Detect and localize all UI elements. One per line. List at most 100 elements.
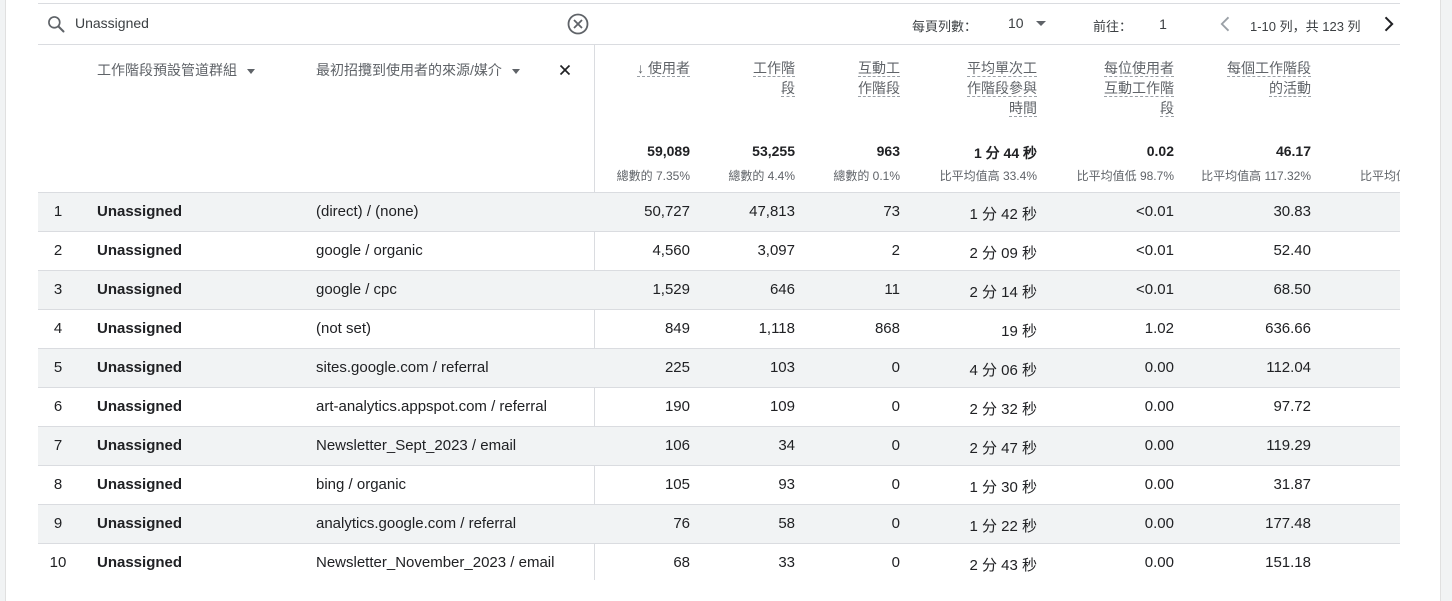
metric-header-engaged-sessions[interactable]: 互動工 作階段: [820, 58, 900, 98]
total-engaged-per-user: 0.02: [1146, 143, 1174, 159]
total-avg-engagement-time-compare: 比平均值高 33.4%: [939, 169, 1037, 183]
dimension-header-channel-group[interactable]: 工作階段預設管道群組: [97, 60, 255, 80]
row-channel-group: Unassigned: [97, 242, 183, 259]
chevron-down-icon: [511, 68, 520, 74]
total-users-share: 總數的 7.35%: [616, 169, 690, 183]
table-row[interactable]: 1 Unassigned (direct) / (none) 50,727 47,813…: [38, 193, 1400, 232]
row-sessions: 58: [778, 515, 795, 532]
row-sessions: 1,118: [758, 320, 795, 337]
table-row[interactable]: 9 Unassigned analytics.google.com / referr…: [38, 505, 1400, 544]
total-users: 59,089: [647, 143, 690, 159]
row-channel-group: Unassigned: [97, 437, 183, 454]
row-events-per-session: 151.18: [1265, 554, 1311, 571]
metric-header-line: 每個工作階段: [1227, 60, 1311, 77]
row-engaged-sessions: 868: [874, 320, 900, 337]
row-avg-engagement-time: 2 分 47 秒: [969, 440, 1037, 457]
row-channel-group: Unassigned: [97, 398, 183, 415]
metric-header-line: 互動工作階: [1104, 80, 1174, 97]
dimension-header-label: 最初招攬到使用者的來源/媒介: [316, 62, 502, 78]
metric-header-line: 工作階: [753, 60, 795, 77]
row-events-per-session: 31.87: [1273, 476, 1311, 493]
total-sessions-share: 總數的 4.4%: [728, 169, 795, 183]
row-sessions: 109: [769, 398, 795, 415]
row-index: 10: [49, 554, 67, 571]
total-next-metric-compare: 比平均值: [1360, 169, 1400, 183]
dimension-header-label: 工作階段預設管道群組: [97, 62, 237, 78]
table-row[interactable]: 6 Unassigned art-analytics.appspot.com / r…: [38, 388, 1400, 427]
row-avg-engagement-time: 1 分 22 秒: [969, 518, 1037, 535]
goto-page-label: 前往：: [1093, 19, 1133, 34]
metric-header-users[interactable]: ↓ 使用者: [610, 58, 690, 78]
previous-page-icon[interactable]: [1216, 14, 1236, 34]
row-channel-group: Unassigned: [97, 476, 183, 493]
rows-per-page-select[interactable]: 10: [1006, 13, 1054, 35]
table-row[interactable]: 10 Unassigned Newsletter_November_2023 / e…: [38, 544, 1400, 580]
row-engaged-sessions: 2: [891, 242, 900, 259]
table-row[interactable]: 8 Unassigned bing / organic 105 93 0 1 分 30 秒 0…: [38, 466, 1400, 505]
row-avg-engagement-time: 4 分 06 秒: [969, 362, 1037, 379]
metric-header-line: 互動工: [858, 60, 900, 77]
metric-header-engaged-per-user[interactable]: 每位使用者 互動工作階 段: [1064, 58, 1174, 118]
metric-header-sessions[interactable]: 工作階 段: [720, 58, 795, 98]
row-engaged-sessions: 0: [891, 554, 900, 571]
next-page-icon[interactable]: [1378, 14, 1398, 34]
table-row[interactable]: 2 Unassigned google / organic 4,560 3,097 2 2 …: [38, 232, 1400, 271]
row-sessions: 47,813: [749, 203, 795, 220]
row-source-medium: analytics.google.com / referral: [316, 515, 517, 532]
row-events-per-session: 97.72: [1273, 398, 1311, 415]
table-toolbar: 每頁列數： 10 前往： 1-10 列，共 123 列: [38, 3, 1400, 45]
dimension-header-source-medium[interactable]: 最初招攬到使用者的來源/媒介: [316, 60, 520, 80]
row-avg-engagement-time: 2 分 14 秒: [969, 284, 1037, 301]
row-engaged-per-user: <0.01: [1136, 281, 1174, 298]
metric-header-events-per-session[interactable]: 每個工作階段 的活動: [1201, 58, 1311, 98]
row-sessions: 33: [778, 554, 795, 571]
pagination-range: 1-10 列，共 123 列: [1250, 19, 1361, 34]
metric-header-line: 平均單次工: [967, 60, 1037, 77]
metric-header-line: 作階段: [858, 80, 900, 97]
remove-dimension-icon[interactable]: [556, 61, 574, 79]
row-source-medium: bing / organic: [316, 476, 407, 493]
row-sessions: 34: [778, 437, 795, 454]
row-engaged-sessions: 0: [891, 437, 900, 454]
row-channel-group: Unassigned: [97, 203, 183, 220]
row-users: 105: [664, 476, 690, 493]
table-body: 1 Unassigned (direct) / (none) 50,727 47,813…: [38, 192, 1400, 580]
row-events-per-session: 112.04: [1266, 359, 1311, 376]
row-engaged-sessions: 0: [891, 398, 900, 415]
row-users: 68: [673, 554, 690, 571]
metric-header-line: 時間: [1009, 100, 1037, 117]
metric-header-avg-engagement-time[interactable]: 平均單次工 作階段參與 時間: [927, 58, 1037, 118]
row-sessions: 93: [778, 476, 795, 493]
table-row[interactable]: 3 Unassigned google / cpc 1,529 646 11 2 分 14 …: [38, 271, 1400, 310]
total-engaged-per-user-compare: 比平均值低 98.7%: [1076, 169, 1174, 183]
search-icon: [48, 16, 65, 33]
clear-search-icon[interactable]: [566, 12, 590, 36]
row-events-per-session: 177.48: [1265, 515, 1311, 532]
data-table: 工作階段預設管道群組 最初招攬到使用者的來源/媒介 ↓ 使用者 工作階 段 互動…: [38, 44, 1400, 580]
row-events-per-session: 119.29: [1266, 437, 1311, 454]
row-index: 5: [53, 359, 63, 376]
goto-page-input[interactable]: [1148, 13, 1178, 35]
row-index: 1: [53, 203, 63, 220]
row-source-medium: Newsletter_Sept_2023 / email: [316, 437, 517, 454]
row-events-per-session: 52.40: [1273, 242, 1311, 259]
row-events-per-session: 30.83: [1273, 203, 1311, 220]
row-engaged-per-user: 0.00: [1144, 437, 1174, 454]
row-source-medium: google / organic: [316, 242, 423, 259]
row-source-medium: google / cpc: [316, 281, 397, 298]
table-row[interactable]: 7 Unassigned Newsletter_Sept_2023 / email 1…: [38, 427, 1400, 466]
metric-header-line: 段: [781, 80, 795, 97]
table-row[interactable]: 5 Unassigned sites.google.com / referral 22…: [38, 349, 1400, 388]
row-source-medium: sites.google.com / referral: [316, 359, 489, 376]
row-engaged-sessions: 73: [883, 203, 900, 220]
row-engaged-per-user: <0.01: [1136, 242, 1174, 259]
row-engaged-per-user: <0.01: [1136, 203, 1174, 220]
total-events-per-session: 46.17: [1275, 143, 1311, 159]
table-row[interactable]: 4 Unassigned (not set) 849 1,118 868 19 秒 1.02 6…: [38, 310, 1400, 349]
row-avg-engagement-time: 1 分 42 秒: [969, 206, 1037, 223]
row-index: 7: [53, 437, 63, 454]
search-input[interactable]: [75, 10, 555, 36]
row-engaged-per-user: 0.00: [1144, 359, 1174, 376]
report-card: 每頁列數： 10 前往： 1-10 列，共 123 列 工作階段預設管道群組 最…: [5, 0, 1441, 601]
metric-header-line: 作階段參與: [967, 80, 1037, 97]
